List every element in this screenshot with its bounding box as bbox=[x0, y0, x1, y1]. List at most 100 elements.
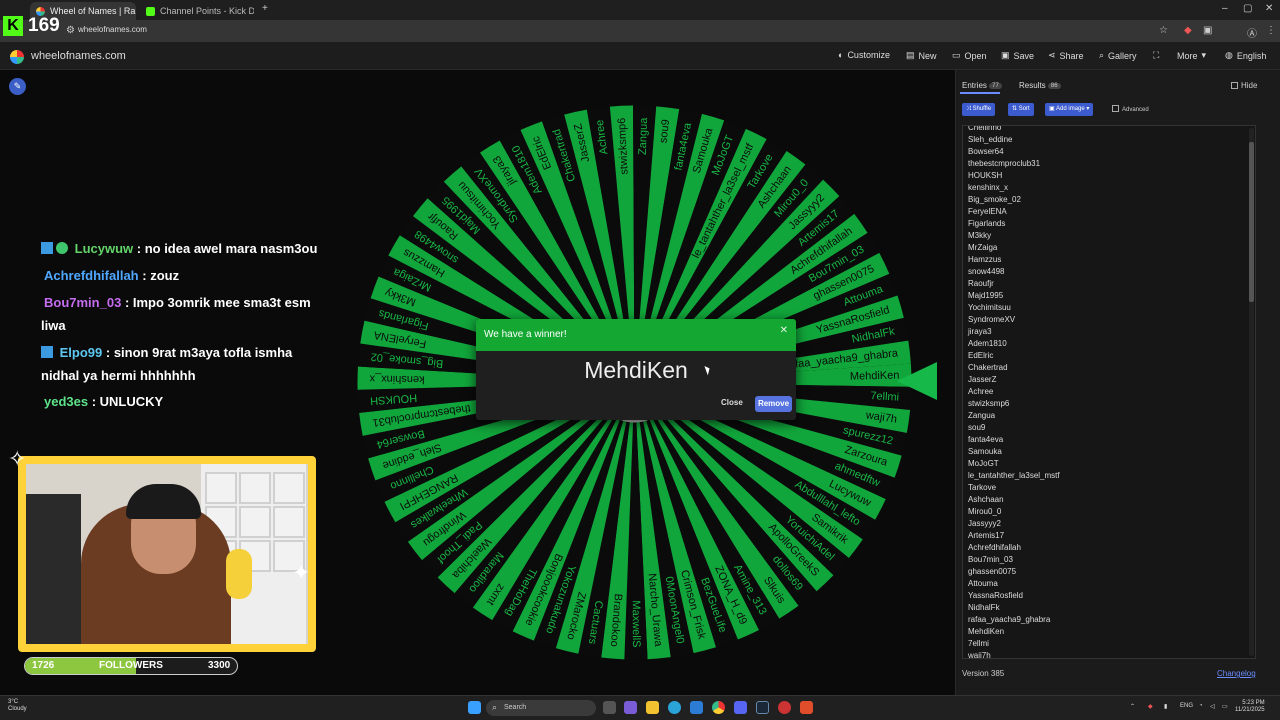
sort-button[interactable]: ⇅ Sort bbox=[1008, 103, 1034, 116]
entries-list: Chellinno Sleh_eddine Bowser64 thebestcmpro… bbox=[968, 125, 1060, 658]
address-bar[interactable] bbox=[0, 20, 1280, 42]
entry-item: le_tantahther_la3sel_mstf bbox=[968, 471, 1060, 480]
wheel-segment-label: Zangua bbox=[637, 117, 650, 156]
wheel-segment-label: MaxwellS bbox=[630, 600, 642, 647]
extensions-puzzle-icon[interactable]: ▣ bbox=[1203, 25, 1212, 36]
entry-item: Achrefdhifallah bbox=[968, 543, 1021, 552]
menu-save[interactable]: ▣ Save bbox=[1001, 50, 1034, 61]
menu-customize[interactable]: ◐ Customize bbox=[838, 50, 890, 60]
new-tab-icon[interactable]: + bbox=[262, 3, 268, 14]
entry-item: Samouka bbox=[968, 447, 1002, 456]
tab-kick-dashboard[interactable]: Channel Points - Kick Dashboa ✕ bbox=[140, 2, 254, 20]
entry-item: Zangua bbox=[968, 411, 996, 420]
scrollbar-thumb[interactable] bbox=[1249, 142, 1254, 302]
edge-icon[interactable] bbox=[668, 701, 681, 714]
verified-icon bbox=[56, 242, 68, 254]
store-icon[interactable] bbox=[690, 701, 703, 714]
close-button[interactable]: Close bbox=[721, 398, 743, 407]
file-explorer-icon[interactable] bbox=[646, 701, 659, 714]
window-close-icon[interactable]: ✕ bbox=[1265, 3, 1273, 14]
steam-icon[interactable] bbox=[756, 701, 769, 714]
entry-item: Chakertrad bbox=[968, 363, 1008, 372]
kick-logo: K bbox=[3, 16, 23, 36]
entry-item: YassnaRosfield bbox=[968, 591, 1023, 600]
sort-icon: ⇅ bbox=[1012, 106, 1018, 112]
menu-share[interactable]: ⋖ Share bbox=[1048, 50, 1084, 61]
clock[interactable]: 5:23 PM 11/21/2025 bbox=[1235, 700, 1265, 714]
remove-button[interactable]: Remove bbox=[755, 396, 792, 412]
windows-start-icon[interactable] bbox=[468, 701, 481, 714]
minimize-icon[interactable]: – bbox=[1222, 3, 1228, 14]
add-image-button[interactable]: ▣ Add image ▾ bbox=[1045, 103, 1094, 116]
chat-message: Lucywuw : no idea awel mara nasm3ou bbox=[41, 238, 317, 260]
winner-dialog-title: We have a winner! bbox=[484, 329, 567, 340]
taskbar-search[interactable]: Search bbox=[486, 699, 596, 716]
app-icon[interactable] bbox=[624, 701, 637, 714]
hide-panel-toggle[interactable]: Hide bbox=[1231, 81, 1257, 90]
tray-app-icon[interactable]: ▮ bbox=[1164, 703, 1167, 710]
chat-username: Achrefdhifallah bbox=[44, 268, 139, 283]
entry-item: Artemis17 bbox=[968, 531, 1005, 540]
tab-results[interactable]: Results 86 bbox=[1019, 81, 1061, 90]
entry-item: Achree bbox=[968, 387, 994, 396]
entry-item: Hamzzus bbox=[968, 255, 1002, 264]
entry-item: Chellinno bbox=[968, 125, 1002, 132]
chat-text: : Impo 3omrik mee sma3t esm bbox=[124, 295, 311, 310]
new-file-icon: ▤ bbox=[906, 50, 915, 60]
shuffle-icon: ⤨ bbox=[966, 106, 971, 112]
chat-text: : UNLUCKY bbox=[91, 394, 164, 409]
checkbox-icon[interactable] bbox=[1112, 105, 1119, 112]
image-icon: ▣ bbox=[1049, 106, 1055, 112]
site-name[interactable]: wheelofnames.com bbox=[31, 50, 126, 62]
shuffle-button[interactable]: ⤨ Shuffle bbox=[962, 103, 996, 116]
advanced-toggle[interactable]: Advanced bbox=[1112, 105, 1149, 113]
brave-icon[interactable] bbox=[800, 701, 813, 714]
tray-app-icon[interactable]: ◆ bbox=[1148, 703, 1153, 710]
entry-item: Majd1995 bbox=[968, 291, 1004, 300]
profile-avatar[interactable]: Ⓐ bbox=[1247, 25, 1257, 40]
changelog-link[interactable]: Changelog bbox=[1217, 669, 1256, 678]
entry-item: MehdiKen bbox=[968, 627, 1005, 636]
entry-item: Jassyyy2 bbox=[968, 519, 1001, 528]
entry-item: snow4498 bbox=[968, 267, 1005, 276]
entries-textarea[interactable]: Chellinno Sleh_eddine Bowser64 thebestcmpro… bbox=[962, 125, 1256, 659]
menu-more[interactable]: More ▾ bbox=[1177, 50, 1206, 61]
pencil-icon[interactable]: ✎ bbox=[9, 78, 26, 95]
menu-language[interactable]: ◍ English bbox=[1225, 50, 1266, 61]
menu-open[interactable]: ▭ Open bbox=[952, 50, 987, 61]
menu-gallery[interactable]: ⌕ Gallery bbox=[1099, 50, 1137, 61]
checkbox-icon[interactable] bbox=[1231, 82, 1238, 89]
language-indicator[interactable]: ENG bbox=[1180, 703, 1193, 709]
chat-username: Elpo99 bbox=[59, 345, 103, 360]
browser-menu-icon[interactable]: ⋮ bbox=[1266, 25, 1276, 36]
maximize-icon[interactable]: ▢ bbox=[1243, 3, 1252, 14]
discord-icon[interactable] bbox=[734, 701, 747, 714]
close-icon[interactable]: ✕ bbox=[780, 325, 788, 336]
followers-label: FOLLOWERS bbox=[99, 660, 163, 671]
chat-username: Lucywuw bbox=[74, 241, 134, 256]
app-icon[interactable] bbox=[778, 701, 791, 714]
fullscreen-icon[interactable]: ⛶ bbox=[1153, 50, 1159, 61]
entries-scrollbar[interactable] bbox=[1249, 128, 1254, 656]
extension-icon[interactable]: ◆ bbox=[1184, 25, 1192, 36]
entry-item: SyndromeXV bbox=[968, 315, 1016, 324]
menu-new[interactable]: ▤ New bbox=[906, 50, 937, 61]
globe-icon: ◍ bbox=[1225, 50, 1233, 60]
tab-title: Channel Points - Kick Dashboa bbox=[160, 6, 254, 16]
task-view-icon[interactable] bbox=[603, 701, 616, 714]
followers-goal-bar: 1726 FOLLOWERS 3300 bbox=[24, 657, 238, 675]
url-text[interactable]: wheelofnames.com bbox=[78, 25, 147, 34]
webcam-feed bbox=[18, 456, 316, 652]
tab-entries[interactable]: Entries 77 bbox=[962, 81, 1002, 90]
speaker-icon[interactable]: ◁ bbox=[1210, 703, 1215, 710]
bookmark-star-icon[interactable]: ☆ bbox=[1159, 25, 1168, 36]
results-count: 86 bbox=[1047, 83, 1061, 89]
site-info-icon[interactable]: ⚙ bbox=[66, 25, 75, 36]
chair bbox=[26, 494, 81, 644]
weather-widget[interactable]: 3°C Cloudy bbox=[8, 699, 27, 713]
chevron-up-icon[interactable]: ⌃ bbox=[1130, 703, 1135, 710]
wheel-segment-label: kenshinx_x bbox=[369, 372, 425, 385]
wifi-icon[interactable]: ◔ bbox=[1199, 703, 1203, 709]
battery-icon[interactable]: ▭ bbox=[1222, 703, 1228, 710]
chrome-icon[interactable] bbox=[712, 701, 725, 714]
